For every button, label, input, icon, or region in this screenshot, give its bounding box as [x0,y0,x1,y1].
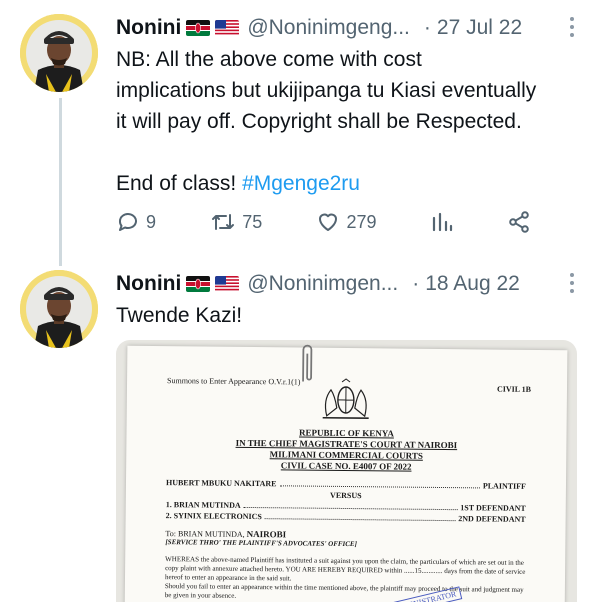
heart-icon [316,210,340,234]
tweet-closing-line: End of class! #Mgenge2ru [116,168,579,199]
separator-dot: · [412,272,420,295]
summons-paragraph: WHEREAS the above-named Plaintiff has in… [164,555,526,583]
retweet-button[interactable]: 75 [210,210,262,234]
defendant-row: 2. SYINIX ELECTRONICS 2ND DEFENDANT [166,511,526,524]
display-name[interactable]: Nonini [116,16,181,40]
kenya-flag-icon [186,276,211,292]
analytics-icon [431,210,453,234]
defendant-name: 2. SYINIX ELECTRONICS [165,511,262,522]
display-name[interactable]: Nonini [116,272,181,296]
closing-text: End of class! [116,172,243,195]
user-handle[interactable]: @Noninimgen... [247,272,398,296]
tweet-header: Nonini @Noninimgen... · 18 Aug 22 [116,269,520,299]
civil-form-code: CIVIL 1B [496,384,532,394]
retweet-count: 75 [242,211,263,232]
tweet-text-line: NB: All the above come with cost [116,48,422,71]
separator-dot: · [423,16,431,39]
more-options-icon[interactable] [569,273,575,297]
plaintiff-role: PLAINTIFF [482,481,527,491]
tweet-date[interactable]: 27 Jul 22 [437,16,522,40]
defendant-role: 2ND DEFENDANT [458,514,526,524]
analytics-button[interactable] [431,210,453,234]
defendant-name: 1. BRIAN MUTINDA [165,500,241,510]
tweet-text: NB: All the above come with cost implica… [116,44,579,199]
more-options-icon[interactable] [569,17,575,41]
tweet-1[interactable]: Nonini @Noninimgeng... · 27 Jul 22 NB: A… [0,0,593,262]
plaintiff-name: HUBERT MBUKU NAKITARE [165,478,277,489]
reply-button[interactable]: 9 [116,210,156,234]
summons-paragraph: Should you fail to enter an appearance w… [164,582,524,600]
court-summons-document: Summons to Enter Appearance O.V.r.1(1) C… [124,344,568,602]
coat-of-arms-icon [315,378,378,428]
reply-count: 9 [146,211,157,232]
tweet-2[interactable]: Nonini @Noninimgen... · 18 Aug 22 Twende… [0,262,593,602]
hashtag-link[interactable]: #Mgenge2ru [242,172,360,195]
tweet-media-image[interactable]: Summons to Enter Appearance O.V.r.1(1) C… [116,340,577,602]
share-icon [507,210,531,234]
like-button[interactable]: 279 [316,210,377,234]
tweet-date[interactable]: 18 Aug 22 [425,272,520,296]
retweet-icon [210,210,236,234]
reply-icon [116,210,140,234]
tweet-text-line: implications but ukijipanga tu Kiasi eve… [116,79,537,102]
tweet-text: Twende Kazi! [116,300,579,331]
defendant-role: 1ST DEFENDANT [460,503,526,513]
service-note: [SERVICE THRO' THE PLAINTIFF'S ADVOCATES… [165,538,357,549]
share-button[interactable] [507,210,531,234]
avatar[interactable] [20,14,98,92]
kenya-flag-icon [186,20,211,36]
tweet-header: Nonini @Noninimgeng... · 27 Jul 22 [116,13,522,43]
usa-flag-icon [215,20,240,36]
avatar[interactable] [20,270,98,348]
form-reference: Summons to Enter Appearance O.V.r.1(1) [167,376,301,387]
addressee-city: NAIROBI [246,528,287,540]
tweet-text-line: it will pay off. Copyright shall be Resp… [116,110,522,133]
tweet-text-line: Twende Kazi! [116,304,243,327]
tweet-actions: 9 75 279 [116,207,531,237]
usa-flag-icon [215,276,240,292]
like-count: 279 [346,211,377,232]
user-handle[interactable]: @Noninimgeng... [247,16,410,40]
